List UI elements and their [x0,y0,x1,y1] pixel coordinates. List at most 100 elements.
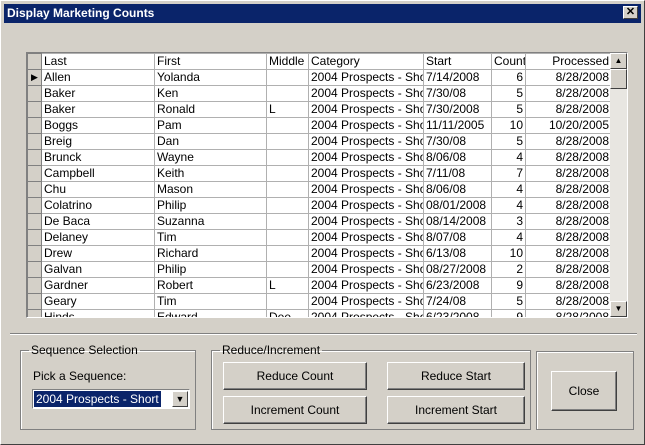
column-header-last[interactable]: Last [41,53,155,70]
reduce-start-button[interactable]: Reduce Start [387,362,525,390]
row-selector[interactable] [27,293,42,310]
table-row[interactable]: Delaney Tim 2004 Prospects - Sho 8/07/08 4 8/… [27,229,612,246]
row-selector[interactable] [27,277,42,294]
cell-category: 2004 Prospects - Sho [308,213,424,230]
row-selector[interactable] [27,165,42,182]
cell-category: 2004 Prospects - Sho [308,165,424,182]
column-header-category[interactable]: Category [308,53,424,70]
cell-count: 5 [491,293,526,310]
table-row[interactable]: Baker Ronald L 2004 Prospects - Sho 7/30/200… [27,101,612,118]
cell-first: Philip [154,261,267,278]
row-selector[interactable] [27,261,42,278]
cell-category: 2004 Prospects - Sho [308,117,424,134]
cell-first: Suzanna [154,213,267,230]
cell-start: 08/14/2008 [423,213,492,230]
row-selector-header [27,53,42,70]
sequence-select-value: 2004 Prospects - Short [34,391,161,407]
table-row[interactable]: Hinds Edward Dee 2004 Prospects - Sho 6/23/2… [27,309,612,317]
row-selector[interactable] [27,85,42,102]
cell-processed: 8/28/2008 [525,197,612,214]
cell-count: 4 [491,197,526,214]
table-row[interactable]: Geary Tim 2004 Prospects - Sho 7/24/08 5 8/28… [27,293,612,310]
reduce-count-button[interactable]: Reduce Count [223,362,367,390]
cell-first: Dan [154,133,267,150]
row-selector[interactable] [27,117,42,134]
close-button[interactable]: Close [551,371,617,411]
cell-count: 3 [491,213,526,230]
pick-sequence-label: Pick a Sequence: [33,369,127,383]
marketing-counts-grid[interactable]: Last First Middle Category Start Count Process… [26,52,628,318]
table-row[interactable]: Galvan Philip 2004 Prospects - Sho 08/27/20… [27,261,612,278]
column-header-start[interactable]: Start [423,53,492,70]
cell-last: Campbell [41,165,155,182]
row-selector[interactable]: ▶ [27,69,42,86]
row-selector[interactable] [27,149,42,166]
column-header-count[interactable]: Count [491,53,526,70]
table-row[interactable]: Gardner Robert L 2004 Prospects - Sho 6/23/2… [27,277,612,294]
cell-category: 2004 Prospects - Sho [308,85,424,102]
cell-count: 7 [491,165,526,182]
cell-middle: L [266,101,309,118]
increment-count-button[interactable]: Increment Count [223,396,367,424]
cell-processed: 8/28/2008 [525,165,612,182]
row-selector[interactable] [27,197,42,214]
cell-processed: 8/28/2008 [525,149,612,166]
cell-last: Geary [41,293,155,310]
table-row[interactable]: Chu Mason 2004 Prospects - Sho 8/06/08 4 8/28… [27,181,612,198]
table-row[interactable]: Baker Ken 2004 Prospects - Sho 7/30/08 5 8/28… [27,85,612,102]
cell-processed: 8/28/2008 [525,85,612,102]
row-selector[interactable] [27,213,42,230]
increment-start-button[interactable]: Increment Start [387,396,525,424]
scroll-down-icon[interactable]: ▼ [610,301,627,317]
reduce-increment-legend: Reduce/Increment [222,343,321,357]
cell-middle [266,149,309,166]
cell-middle [266,213,309,230]
row-selector[interactable] [27,229,42,246]
table-row[interactable]: Colatrino Philip 2004 Prospects - Sho 08/01… [27,197,612,214]
row-selector[interactable] [27,181,42,198]
cell-start: 7/30/08 [423,85,492,102]
table-row[interactable]: Breig Dan 2004 Prospects - Sho 7/30/08 5 8/28… [27,133,612,150]
cell-count: 5 [491,101,526,118]
dropdown-arrow-icon[interactable]: ▼ [172,391,188,407]
cell-last: Baker [41,85,155,102]
table-row[interactable]: Drew Richard 2004 Prospects - Sho 6/13/08 10… [27,245,612,262]
table-row[interactable]: Campbell Keith 2004 Prospects - Sho 7/11/08… [27,165,612,182]
scroll-thumb[interactable] [610,69,627,89]
cell-middle [266,293,309,310]
column-header-middle[interactable]: Middle [266,53,309,70]
cell-count: 10 [491,245,526,262]
row-selector[interactable] [27,245,42,262]
title-bar: Display Marketing Counts ✕ [4,4,641,23]
table-row[interactable]: ▶ Allen Yolanda 2004 Prospects - Sho 7/14/20… [27,69,612,86]
sequence-select[interactable]: 2004 Prospects - Short ▼ [32,389,190,409]
cell-count: 10 [491,117,526,134]
vertical-scrollbar[interactable]: ▲ ▼ [610,53,627,317]
cell-processed: 10/20/2005 [525,117,612,134]
row-selector[interactable] [27,101,42,118]
cell-count: 6 [491,69,526,86]
cell-start: 8/06/08 [423,149,492,166]
table-row[interactable]: Boggs Pam 2004 Prospects - Sho 11/11/2005 10… [27,117,612,134]
scroll-up-icon[interactable]: ▲ [610,53,627,69]
table-row[interactable]: De Baca Suzanna 2004 Prospects - Sho 08/14/… [27,213,612,230]
row-selector[interactable] [27,309,42,317]
column-header-first[interactable]: First [154,53,267,70]
table-row[interactable]: Brunck Wayne 2004 Prospects - Sho 8/06/08 4 8… [27,149,612,166]
cell-first: Yolanda [154,69,267,86]
cell-middle [266,133,309,150]
cell-last: Delaney [41,229,155,246]
cell-first: Edward [154,309,267,317]
cell-start: 6/23/2008 [423,309,492,317]
column-header-processed[interactable]: Processed [525,53,612,70]
close-window-icon[interactable]: ✕ [623,6,638,19]
cell-processed: 8/28/2008 [525,245,612,262]
cell-category: 2004 Prospects - Sho [308,309,424,317]
cell-category: 2004 Prospects - Sho [308,229,424,246]
sequence-selection-legend: Sequence Selection [31,343,138,357]
cell-processed: 8/28/2008 [525,309,612,317]
cell-middle [266,245,309,262]
row-selector[interactable] [27,133,42,150]
cell-last: Drew [41,245,155,262]
cell-count: 9 [491,309,526,317]
